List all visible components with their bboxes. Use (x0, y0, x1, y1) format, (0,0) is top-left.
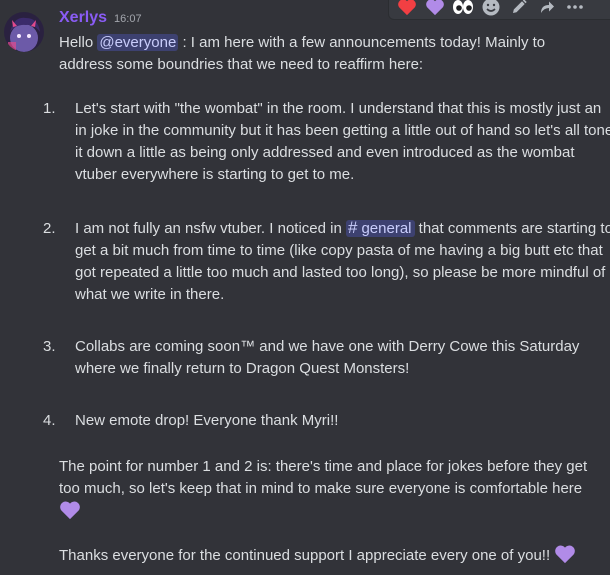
list-item-3-text: Collabs are coming soon™ and we have one… (75, 338, 580, 377)
purple-heart-emoji-icon (59, 500, 81, 520)
author-name[interactable]: Xerlys (59, 8, 107, 28)
list-number-1: 1. (43, 100, 56, 117)
message-actions-toolbar (388, 0, 610, 20)
list-item-1: 1. Let's start with "the wombat" in the r… (43, 98, 610, 186)
avatar[interactable] (4, 12, 44, 52)
list-number-4: 4. (43, 412, 56, 429)
more-options-button[interactable] (561, 0, 589, 20)
list-number-3: 3. (43, 338, 56, 355)
point-text: The point for number 1 and 2 is: there's… (59, 458, 588, 497)
message-timestamp[interactable]: 16:07 (114, 9, 142, 29)
add-reaction-button[interactable] (477, 0, 505, 20)
everyone-mention[interactable]: @everyone (97, 34, 179, 51)
eyes-reaction-button[interactable] (449, 0, 477, 20)
intro-prefix: Hello (59, 34, 98, 51)
more-dots-icon (567, 5, 583, 9)
thanks-paragraph: Thanks everyone for the continued suppor… (59, 544, 599, 567)
channel-hash-icon: # (347, 218, 358, 237)
pencil-icon (513, 0, 527, 13)
purple-heart-emoji-icon (554, 544, 576, 564)
list-item-4: 4. New emote drop! Everyone thank Myri!! (43, 410, 610, 432)
message-header: Xerlys 16:07 (59, 8, 142, 30)
add-reaction-icon (482, 0, 500, 16)
edit-button[interactable] (505, 0, 533, 20)
thanks-text: Thanks everyone for the continued suppor… (59, 547, 555, 564)
point-paragraph: The point for number 1 and 2 is: there's… (59, 456, 599, 523)
reply-arrow-icon (541, 1, 554, 13)
red-heart-icon (398, 0, 416, 16)
red-heart-reaction-button[interactable] (393, 0, 421, 20)
purple-heart-reaction-button[interactable] (421, 0, 449, 20)
list-item-2-text-before: I am not fully an nsfw vtuber. I noticed… (75, 220, 346, 237)
channel-mention-general[interactable]: # general (345, 218, 415, 237)
intro-paragraph: Hello @everyone : I am here with a few a… (59, 32, 599, 76)
list-item-1-text: Let's start with "the wombat" in the roo… (75, 100, 610, 183)
reply-button[interactable] (533, 0, 561, 20)
eyes-icon (453, 0, 473, 14)
list-item-4-text: New emote drop! Everyone thank Myri!! (75, 412, 339, 429)
list-item-2: 2. I am not fully an nsfw vtuber. I notic… (43, 217, 610, 306)
purple-heart-icon (426, 0, 444, 16)
channel-name: general (361, 220, 412, 237)
list-number-2: 2. (43, 220, 56, 237)
list-item-3: 3. Collabs are coming soon™ and we have o… (43, 336, 610, 380)
